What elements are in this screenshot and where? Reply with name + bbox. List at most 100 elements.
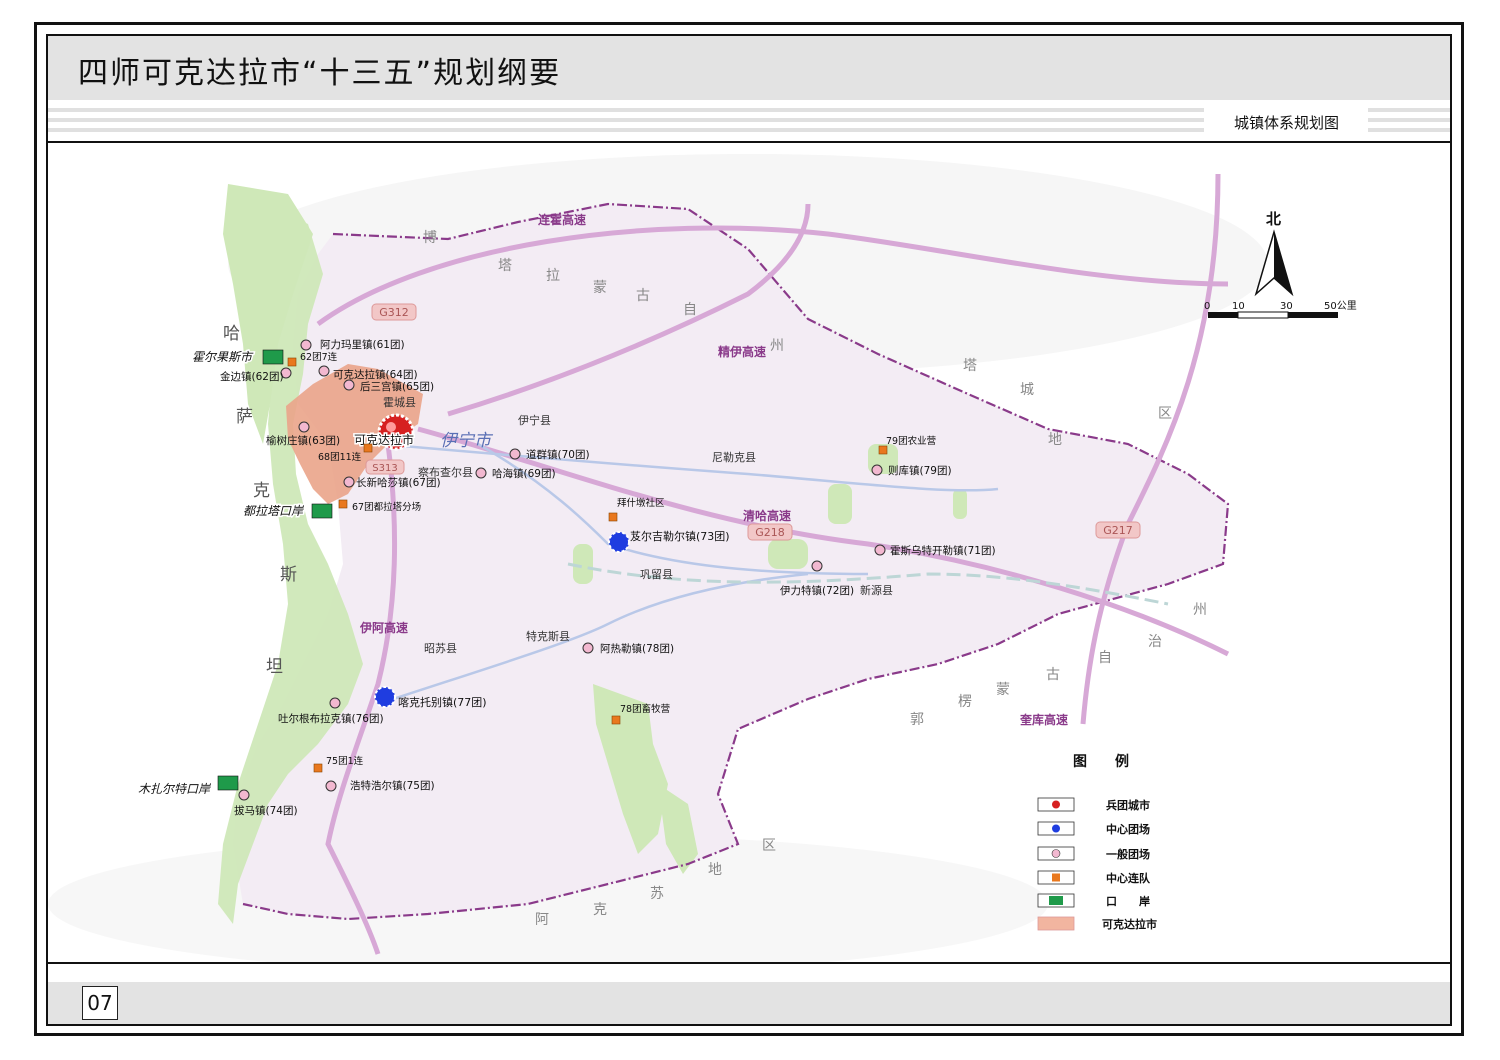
label-gongliu: 巩留县	[640, 568, 673, 581]
svg-text:塔: 塔	[498, 258, 512, 274]
svg-text:哈海镇(69团): 哈海镇(69团)	[492, 467, 556, 480]
svg-text:州: 州	[1193, 602, 1207, 618]
svg-text:霍尔果斯市: 霍尔果斯市	[192, 350, 254, 364]
svg-text:0: 0	[1204, 301, 1210, 312]
label-yining-city: 伊宁市	[440, 431, 494, 451]
company-68-11	[363, 443, 373, 453]
svg-text:自: 自	[1098, 650, 1112, 666]
svg-text:则库镇(79团): 则库镇(79团)	[888, 464, 952, 477]
marker-64	[318, 365, 330, 377]
north-label: 北	[1266, 210, 1281, 228]
svg-text:芨尔吉勒尔镇(73团): 芨尔吉勒尔镇(73团)	[630, 529, 730, 543]
svg-text:阿力玛里镇(61团): 阿力玛里镇(61团)	[320, 338, 405, 351]
shield-s313: S313	[365, 459, 405, 475]
marker-74	[238, 789, 250, 801]
marker-75	[325, 780, 337, 792]
svg-text:G217: G217	[1103, 524, 1133, 537]
company-79-nongye	[878, 445, 888, 455]
svg-text:G218: G218	[755, 526, 785, 539]
label-sa: 萨	[236, 407, 253, 427]
svg-text:区: 区	[762, 838, 776, 854]
svg-text:塔: 塔	[963, 358, 977, 374]
label-yia: 伊阿高速	[359, 620, 408, 635]
label-si: 斯	[280, 565, 297, 585]
company-78-xumu	[611, 715, 621, 725]
svg-text:郭: 郭	[910, 711, 924, 728]
label-xinyuan: 新源县	[860, 583, 893, 597]
legend-title: 图 例	[1073, 753, 1129, 770]
svg-text:可克达拉镇(64团): 可克达拉镇(64团)	[333, 368, 418, 381]
svg-text:区: 区	[1158, 406, 1172, 422]
shield-g218: G218	[747, 523, 793, 541]
company-62-7	[287, 357, 297, 367]
marker-71	[874, 544, 886, 556]
svg-text:75团1连: 75团1连	[326, 755, 364, 767]
svg-text:苏: 苏	[650, 886, 664, 902]
svg-text:可克达拉市: 可克达拉市	[1102, 917, 1157, 931]
svg-text:中心连队: 中心连队	[1106, 871, 1151, 885]
label-lianhuo: 连霍高速	[538, 212, 586, 227]
svg-text:治: 治	[1148, 634, 1162, 650]
svg-text:吐尔根布拉克镇(76团): 吐尔根布拉克镇(76团)	[278, 712, 384, 725]
svg-text:长新哈莎镇(67团): 长新哈莎镇(67团)	[356, 476, 441, 489]
company-baishidun	[608, 512, 618, 522]
svg-text:后三宫镇(65团): 后三宫镇(65团)	[360, 380, 434, 393]
label-ha: 哈	[223, 324, 240, 344]
marker-67	[343, 476, 355, 488]
label-nileke: 尼勒克县	[712, 451, 756, 464]
svg-text:地: 地	[1048, 432, 1062, 448]
svg-text:都拉塔口岸: 都拉塔口岸	[243, 504, 304, 518]
port-dulata[interactable]: 都拉塔口岸	[242, 503, 333, 520]
footer-bar	[48, 982, 1450, 1024]
marker-78	[582, 642, 594, 654]
svg-text:中心团场: 中心团场	[1106, 822, 1150, 836]
svg-text:古: 古	[1046, 667, 1060, 683]
map-subtitle: 城镇体系规划图	[1234, 114, 1340, 132]
marker-79	[871, 464, 883, 476]
svg-text:喀克托别镇(77团): 喀克托别镇(77团)	[398, 695, 487, 709]
svg-text:伊力特镇(72团): 伊力特镇(72团)	[780, 584, 854, 597]
page-number: 07	[82, 986, 118, 1020]
svg-text:67团都拉塔分场: 67团都拉塔分场	[352, 501, 421, 513]
svg-text:古: 古	[636, 288, 650, 304]
port-khorgos[interactable]: 霍尔果斯市	[191, 349, 284, 366]
label-kuiku: 奎库高速	[1019, 712, 1068, 727]
svg-text:地: 地	[708, 862, 722, 878]
svg-text:50公里: 50公里	[1324, 300, 1357, 312]
svg-text:道群镇(70团): 道群镇(70团)	[526, 448, 590, 461]
svg-text:城: 城	[1020, 382, 1034, 398]
label-yining-county: 伊宁县	[518, 413, 551, 427]
svg-text:口 岸: 口 岸	[1106, 894, 1150, 908]
marker-61	[300, 339, 312, 351]
label-qingha: 清哈高速	[743, 508, 791, 523]
svg-text:阿: 阿	[535, 912, 549, 928]
svg-text:博: 博	[423, 229, 437, 246]
svg-text:拉: 拉	[546, 268, 560, 284]
svg-text:自: 自	[683, 302, 697, 318]
shield-g217: G217	[1095, 521, 1141, 539]
svg-text:62团7连: 62团7连	[300, 351, 338, 363]
svg-text:蒙: 蒙	[996, 682, 1010, 698]
marker-63	[298, 421, 310, 433]
svg-text:拔马镇(74团): 拔马镇(74团)	[234, 804, 298, 817]
svg-text:30: 30	[1280, 301, 1293, 312]
svg-text:S313: S313	[372, 463, 397, 474]
svg-text:木扎尔特口岸: 木扎尔特口岸	[138, 782, 211, 796]
svg-text:霍斯乌特开勒镇(71团): 霍斯乌特开勒镇(71团)	[890, 544, 996, 557]
svg-text:榆树庄镇(63团): 榆树庄镇(63团)	[266, 434, 340, 447]
map-canvas[interactable]: G312 G218 G217 S313 连霍高速 精伊高速 清哈高速 伊阿高速 …	[48, 144, 1450, 974]
label-tan: 坦	[266, 657, 283, 677]
page-title: 四师可克达拉市“十三五”规划纲要	[78, 56, 562, 91]
svg-text:一般团场: 一般团场	[1106, 847, 1150, 861]
marker-72	[811, 560, 823, 572]
company-67-dulata	[338, 499, 348, 509]
label-zhaosu: 昭苏县	[424, 642, 457, 655]
label-ke: 克	[253, 481, 270, 501]
svg-text:可克达拉市: 可克达拉市	[354, 432, 414, 447]
company-75-1	[313, 763, 323, 773]
label-tekesi: 特克斯县	[526, 629, 570, 643]
svg-text:州: 州	[770, 338, 784, 354]
svg-text:金边镇(62团): 金边镇(62团)	[220, 370, 284, 383]
svg-text:79团农业营: 79团农业营	[886, 435, 936, 447]
svg-text:68团11连: 68团11连	[318, 451, 362, 463]
